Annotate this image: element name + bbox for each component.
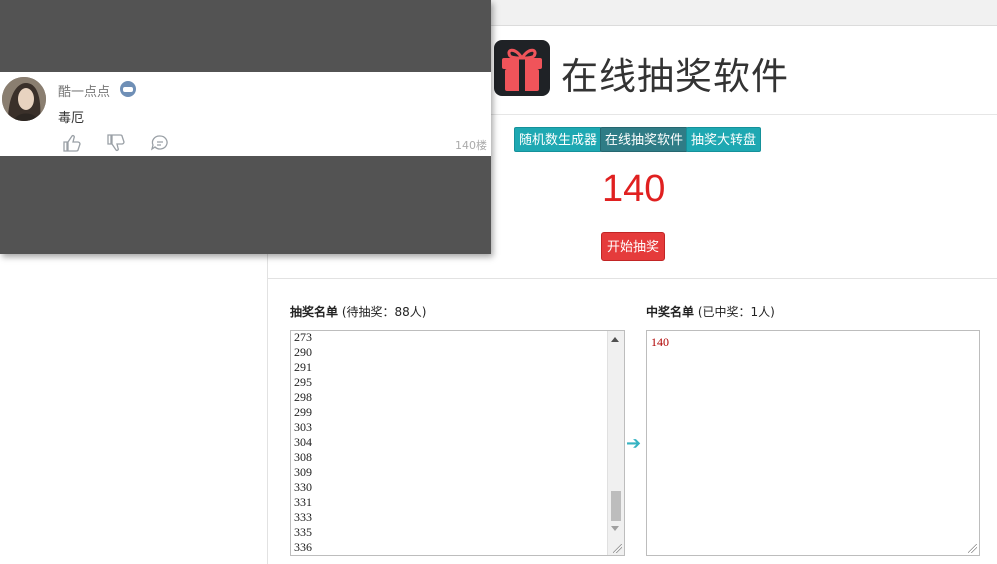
list-item: 299 — [294, 405, 312, 419]
scroll-up-icon[interactable] — [611, 337, 619, 342]
list-item: 290 — [294, 345, 312, 359]
winners-label: 中奖名单 (已中奖：1人) — [646, 303, 775, 320]
start-draw-button[interactable]: 开始抽奖 — [601, 232, 665, 261]
pool-label-title: 抽奖名单 — [290, 305, 339, 319]
list-item: 331 — [294, 495, 312, 509]
comment-username[interactable]: 酷一点点 — [58, 81, 110, 100]
nav-online-lottery[interactable]: 在线抽奖软件 — [600, 127, 689, 152]
pool-list: 273 290 291 295 298 299 303 304 308 309 … — [294, 330, 312, 555]
comment-text: 毒厄 — [58, 111, 85, 126]
thumbs-down-icon[interactable] — [106, 134, 126, 152]
list-item: 336 — [294, 540, 312, 554]
page-title: 在线抽奖软件 — [561, 55, 789, 98]
list-item: 291 — [294, 360, 312, 374]
scroll-down-icon[interactable] — [611, 526, 619, 531]
list-item: 330 — [294, 480, 312, 494]
thumbs-up-icon[interactable] — [62, 134, 82, 152]
list-item: 304 — [294, 435, 312, 449]
list-item: 308 — [294, 450, 312, 464]
pool-textarea[interactable]: 273 290 291 295 298 299 303 304 308 309 … — [290, 330, 625, 556]
winner-item: 140 — [651, 335, 669, 349]
comment-card: 酷一点点 毒厄 140楼 — [0, 72, 491, 156]
scrollbar[interactable] — [607, 331, 624, 555]
floor-number: 140楼 — [455, 139, 487, 152]
pool-label-count: (待抽奖：88人) — [341, 305, 427, 319]
divider — [268, 278, 997, 279]
resize-grip-icon[interactable] — [613, 544, 622, 553]
list-item: 295 — [294, 375, 312, 389]
winners-textarea[interactable]: 140 — [646, 330, 980, 556]
resize-grip-icon[interactable] — [968, 544, 977, 553]
comment-overlay: 酷一点点 毒厄 140楼 — [0, 0, 491, 254]
game-controller-icon — [120, 81, 136, 97]
arrow-right-icon: ➔ — [626, 433, 642, 454]
winners-label-count: (已中奖：1人) — [697, 305, 775, 319]
nav-random-number-generator[interactable]: 随机数生成器 — [514, 127, 603, 152]
list-item: 333 — [294, 510, 312, 524]
list-item: 298 — [294, 390, 312, 404]
gift-icon — [494, 40, 550, 96]
reply-icon[interactable] — [150, 134, 170, 152]
list-item: 335 — [294, 525, 312, 539]
avatar[interactable] — [2, 77, 46, 121]
drawn-number: 140 — [602, 168, 666, 210]
list-item: 273 — [294, 330, 312, 344]
winners-label-title: 中奖名单 — [646, 305, 695, 319]
scrollbar-thumb[interactable] — [611, 491, 621, 521]
list-item: 309 — [294, 465, 312, 479]
nav-lottery-wheel[interactable]: 抽奖大转盘 — [686, 127, 762, 152]
list-item: 303 — [294, 420, 312, 434]
pool-label: 抽奖名单 (待抽奖：88人) — [290, 303, 426, 320]
